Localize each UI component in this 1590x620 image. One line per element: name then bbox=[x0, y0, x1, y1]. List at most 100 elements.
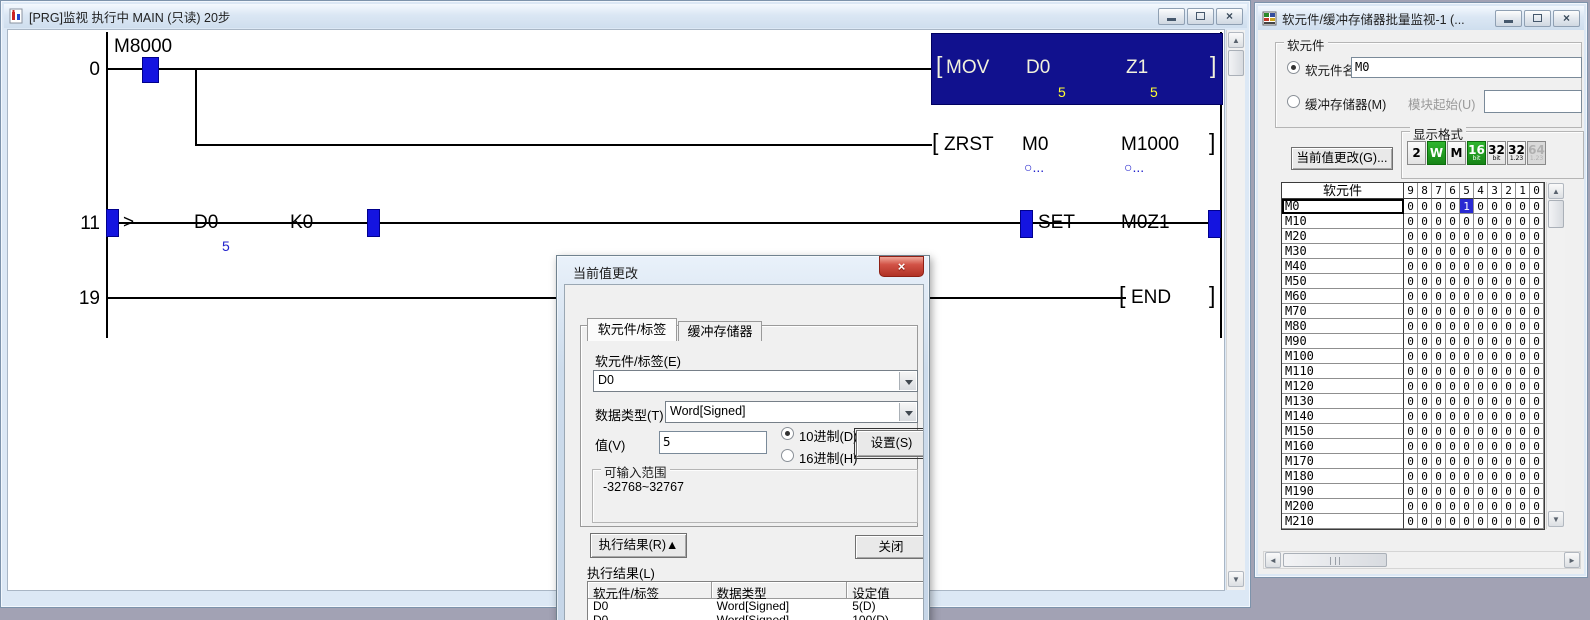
bit-cell[interactable]: 0 bbox=[1432, 484, 1446, 499]
bit-cell[interactable]: 0 bbox=[1530, 244, 1544, 259]
set-coil-left-on[interactable] bbox=[1020, 210, 1033, 238]
bit-cell[interactable]: 0 bbox=[1404, 409, 1418, 424]
bit-cell[interactable]: 0 bbox=[1474, 409, 1488, 424]
bit-cell[interactable]: 0 bbox=[1404, 424, 1418, 439]
bit-cell[interactable]: 0 bbox=[1502, 364, 1516, 379]
bit-cell[interactable]: 0 bbox=[1488, 394, 1502, 409]
bit-cell[interactable]: 0 bbox=[1530, 199, 1544, 214]
bit-cell[interactable]: 0 bbox=[1460, 379, 1474, 394]
bit-cell[interactable]: 0 bbox=[1418, 274, 1432, 289]
bit-cell[interactable]: 0 bbox=[1404, 304, 1418, 319]
bit-cell[interactable]: 0 bbox=[1446, 439, 1460, 454]
bit-cell[interactable]: 0 bbox=[1516, 499, 1530, 514]
device-cell[interactable]: M130 bbox=[1282, 394, 1404, 409]
bit-cell[interactable]: 0 bbox=[1418, 304, 1432, 319]
bit-cell[interactable]: 0 bbox=[1488, 289, 1502, 304]
bit-cell[interactable]: 0 bbox=[1474, 274, 1488, 289]
bit-cell[interactable]: 0 bbox=[1488, 274, 1502, 289]
bit-cell[interactable]: 0 bbox=[1530, 439, 1544, 454]
bit-cell[interactable]: 0 bbox=[1404, 229, 1418, 244]
bit-cell[interactable]: 0 bbox=[1446, 259, 1460, 274]
bit-cell[interactable]: 0 bbox=[1446, 394, 1460, 409]
bit-cell[interactable]: 0 bbox=[1474, 499, 1488, 514]
bit-cell[interactable]: 0 bbox=[1474, 454, 1488, 469]
bit-cell[interactable]: 0 bbox=[1404, 439, 1418, 454]
device-cell[interactable]: M40 bbox=[1282, 259, 1404, 274]
bit-cell[interactable]: 0 bbox=[1432, 439, 1446, 454]
result-row[interactable]: D0Word[Signed]100(D) bbox=[588, 613, 924, 620]
device-cell[interactable]: M70 bbox=[1282, 304, 1404, 319]
bit-cell[interactable]: 0 bbox=[1446, 409, 1460, 424]
bit-cell[interactable]: 0 bbox=[1460, 394, 1474, 409]
horizontal-scrollbar[interactable]: ◄ ► bbox=[1263, 551, 1581, 569]
bit-cell[interactable]: 0 bbox=[1474, 394, 1488, 409]
scroll-down-icon[interactable]: ▼ bbox=[1548, 511, 1564, 527]
bit-cell[interactable]: 0 bbox=[1404, 199, 1418, 214]
bit-cell[interactable]: 0 bbox=[1460, 454, 1474, 469]
bit-cell[interactable]: 0 bbox=[1418, 394, 1432, 409]
bit-cell[interactable]: 0 bbox=[1530, 349, 1544, 364]
tab-buffer-memory[interactable]: 缓冲存储器 bbox=[678, 321, 762, 341]
device-cell[interactable]: M50 bbox=[1282, 274, 1404, 289]
format-button-32bit[interactable]: 32bit bbox=[1487, 141, 1506, 165]
bit-cell[interactable]: 0 bbox=[1460, 229, 1474, 244]
bit-cell[interactable]: 0 bbox=[1446, 199, 1460, 214]
bit-cell[interactable]: 0 bbox=[1474, 349, 1488, 364]
table-vertical-scrollbar[interactable]: ▲ ▼ bbox=[1546, 182, 1565, 529]
bit-cell[interactable]: 0 bbox=[1446, 514, 1460, 529]
mov-instruction-block[interactable]: [ MOV D0 5 Z1 5 ] bbox=[931, 33, 1223, 105]
bit-cell[interactable]: 0 bbox=[1516, 454, 1530, 469]
dialog-close-button[interactable]: × bbox=[879, 256, 924, 277]
bit-cell[interactable]: 0 bbox=[1446, 229, 1460, 244]
minimize-button[interactable] bbox=[1158, 8, 1185, 25]
bit-cell[interactable]: 0 bbox=[1474, 469, 1488, 484]
bit-cell[interactable]: 0 bbox=[1516, 199, 1530, 214]
bit-cell[interactable]: 0 bbox=[1488, 199, 1502, 214]
bit-cell[interactable]: 0 bbox=[1418, 514, 1432, 529]
bit-cell[interactable]: 0 bbox=[1516, 409, 1530, 424]
device-combo[interactable]: D0 bbox=[593, 370, 918, 392]
device-cell[interactable]: M140 bbox=[1282, 409, 1404, 424]
buffer-memory-radio[interactable] bbox=[1287, 95, 1300, 108]
bit-cell[interactable]: 0 bbox=[1432, 229, 1446, 244]
bit-cell[interactable]: 0 bbox=[1502, 199, 1516, 214]
bit-cell[interactable]: 0 bbox=[1474, 214, 1488, 229]
bit-cell[interactable]: 0 bbox=[1460, 439, 1474, 454]
bit-cell[interactable]: 0 bbox=[1446, 244, 1460, 259]
bit-cell[interactable]: 0 bbox=[1516, 394, 1530, 409]
bit-cell[interactable]: 0 bbox=[1502, 319, 1516, 334]
bit-cell[interactable]: 0 bbox=[1446, 319, 1460, 334]
bit-cell[interactable]: 0 bbox=[1460, 334, 1474, 349]
bit-cell[interactable]: 0 bbox=[1516, 229, 1530, 244]
bit-cell[interactable]: 0 bbox=[1516, 319, 1530, 334]
bit-cell[interactable]: 0 bbox=[1502, 499, 1516, 514]
bit-cell[interactable]: 0 bbox=[1446, 289, 1460, 304]
change-current-value-button[interactable]: 当前值更改(G)... bbox=[1291, 147, 1393, 170]
hscrollbar-thumb[interactable] bbox=[1283, 553, 1387, 567]
bit-cell[interactable]: 0 bbox=[1418, 214, 1432, 229]
scroll-down-icon[interactable]: ▼ bbox=[1228, 571, 1244, 587]
bit-cell[interactable]: 0 bbox=[1418, 454, 1432, 469]
bit-cell[interactable]: 0 bbox=[1488, 364, 1502, 379]
hex-radio[interactable] bbox=[781, 449, 794, 462]
bit-cell[interactable]: 0 bbox=[1488, 469, 1502, 484]
bit-cell[interactable]: 0 bbox=[1502, 484, 1516, 499]
device-name-radio[interactable] bbox=[1287, 61, 1300, 74]
bit-cell[interactable]: 0 bbox=[1418, 484, 1432, 499]
bit-cell[interactable]: 0 bbox=[1530, 499, 1544, 514]
bit-cell[interactable]: 0 bbox=[1432, 349, 1446, 364]
bit-cell[interactable]: 0 bbox=[1418, 439, 1432, 454]
bit-cell[interactable]: 0 bbox=[1418, 244, 1432, 259]
bit-cell[interactable]: 0 bbox=[1404, 289, 1418, 304]
format-button-32real[interactable]: 321.23 bbox=[1507, 141, 1526, 165]
bit-cell[interactable]: 0 bbox=[1488, 379, 1502, 394]
bit-cell[interactable]: 0 bbox=[1460, 484, 1474, 499]
bit-cell[interactable]: 0 bbox=[1488, 349, 1502, 364]
bit-cell[interactable]: 0 bbox=[1502, 349, 1516, 364]
set-coil-right-on[interactable] bbox=[1208, 210, 1221, 238]
hex-radio-label[interactable]: 16进制(H) bbox=[799, 448, 858, 467]
bit-cell[interactable]: 0 bbox=[1502, 334, 1516, 349]
bit-cell[interactable]: 0 bbox=[1502, 394, 1516, 409]
bit-cell[interactable]: 0 bbox=[1488, 484, 1502, 499]
bit-cell[interactable]: 0 bbox=[1418, 409, 1432, 424]
